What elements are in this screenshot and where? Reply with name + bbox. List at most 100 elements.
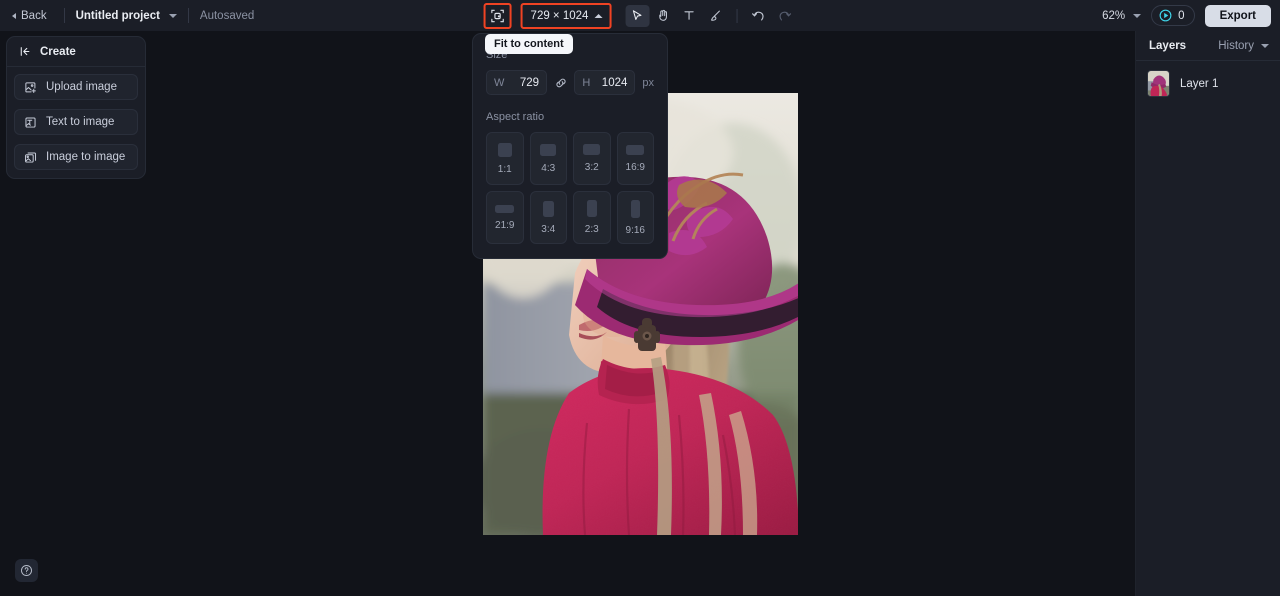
- size-inputs-row: W 729 H 1024 px: [486, 70, 654, 95]
- size-selector-label: 729 × 1024: [530, 9, 589, 22]
- layer-thumbnail: [1147, 70, 1170, 97]
- top-bar-tools: 729 × 1024: [483, 0, 797, 31]
- hand-icon: [659, 9, 668, 21]
- aspect-ratio-option-21-9[interactable]: 21:9: [486, 191, 524, 244]
- aspect-ratio-label: 4:3: [541, 162, 556, 174]
- aspect-ratio-preview: [586, 200, 597, 217]
- brush-icon: [711, 10, 721, 21]
- aspect-ratio-option-3-2[interactable]: 3:2: [573, 132, 611, 185]
- aspect-ratio-preview: [540, 143, 557, 156]
- history-label: History: [1218, 39, 1254, 52]
- aspect-ratio-label: 3:4: [541, 223, 556, 235]
- link-icon: [556, 78, 566, 87]
- fit-to-content-tooltip: Fit to content: [485, 34, 573, 54]
- zoom-control[interactable]: 62%: [1102, 9, 1142, 22]
- text-to-image-label: Text to image: [46, 116, 115, 128]
- aspect-ratio-preview: [630, 199, 640, 218]
- size-chip-highlight: 729 × 1024: [520, 2, 612, 29]
- chevron-down-icon[interactable]: [1133, 13, 1142, 18]
- help-button[interactable]: [15, 559, 38, 582]
- collapse-panel-icon: [20, 47, 30, 56]
- aspect-ratio-preview: [497, 142, 512, 157]
- aspect-ratio-option-9-16[interactable]: 9:16: [616, 191, 654, 244]
- fit-to-content-button[interactable]: [486, 5, 510, 27]
- aspect-ratio-label: 9:16: [625, 224, 645, 236]
- size-selector-button[interactable]: 729 × 1024: [523, 5, 610, 27]
- text-to-image-icon: [25, 116, 36, 128]
- right-panel: Layers History Layer 1: [1135, 31, 1280, 596]
- width-input[interactable]: W 729: [486, 70, 547, 95]
- top-bar-right: 62% 0 Export: [1102, 0, 1271, 31]
- redo-button[interactable]: [772, 5, 796, 27]
- aspect-ratio-preview: [583, 144, 601, 155]
- aspect-ratio-label: Aspect ratio: [486, 111, 545, 123]
- hand-tool-button[interactable]: [651, 5, 675, 27]
- tool-group: [625, 4, 796, 27]
- brush-tool-button[interactable]: [703, 5, 727, 27]
- top-bar-left: Back Untitled project Autosaved: [0, 0, 254, 31]
- app-root: Back Untitled project Autosaved 729 × 10…: [0, 0, 1280, 596]
- chevron-down-icon: [1261, 43, 1269, 48]
- tab-layers[interactable]: Layers: [1149, 40, 1186, 52]
- create-panel: Create Upload image Text to image Image …: [6, 36, 146, 179]
- height-input[interactable]: H 1024: [574, 70, 636, 95]
- width-value: 729: [519, 76, 539, 89]
- credits-count: 0: [1178, 9, 1185, 22]
- upload-image-icon: [25, 81, 36, 93]
- aspect-ratio-option-16-9[interactable]: 16:9: [616, 132, 654, 185]
- undo-icon: [751, 11, 764, 21]
- chevron-left-icon: [12, 12, 16, 19]
- autosaved-status: Autosaved: [199, 9, 255, 22]
- credits-badge[interactable]: 0: [1151, 5, 1195, 26]
- chevron-down-icon[interactable]: [168, 13, 177, 18]
- aspect-ratio-preview: [542, 200, 554, 217]
- right-panel-header: Layers History: [1136, 31, 1280, 61]
- fit-to-content-highlight: [483, 2, 512, 29]
- aspect-ratio-label: 3:2: [584, 162, 599, 173]
- image-to-image-icon: [25, 151, 37, 163]
- image-to-image-button[interactable]: Image to image: [14, 144, 138, 170]
- layer-list-item[interactable]: Layer 1: [1136, 61, 1280, 106]
- project-name[interactable]: Untitled project: [76, 10, 160, 22]
- back-label: Back: [21, 9, 47, 22]
- top-bar: Back Untitled project Autosaved 729 × 10…: [0, 0, 1280, 31]
- aspect-ratio-option-2-3[interactable]: 2:3: [573, 191, 611, 244]
- upload-image-label: Upload image: [46, 81, 117, 93]
- aspect-ratio-preview: [495, 204, 515, 213]
- help-circle-icon: [20, 564, 33, 577]
- export-button[interactable]: Export: [1204, 4, 1271, 27]
- tab-history[interactable]: History: [1218, 40, 1269, 52]
- aspect-ratio-grid: 1:1 4:3 3:2 16:9 21:9 3:4 2:3 9:16: [486, 132, 654, 244]
- aspect-ratio-label: 1:1: [497, 163, 512, 175]
- divider: [187, 8, 189, 23]
- divider: [63, 8, 65, 23]
- aspect-ratio-preview: [626, 144, 645, 155]
- export-label: Export: [1219, 9, 1256, 22]
- text-icon: [684, 11, 695, 20]
- fit-to-content-icon: [491, 9, 504, 22]
- aspect-ratio-option-1-1[interactable]: 1:1: [486, 132, 524, 185]
- aspect-ratio-label: 16:9: [625, 161, 645, 173]
- upload-image-button[interactable]: Upload image: [14, 74, 138, 100]
- create-panel-header[interactable]: Create: [7, 37, 145, 67]
- aspect-ratio-option-3-4[interactable]: 3:4: [529, 191, 567, 244]
- size-popover: Size W 729 H 1024 px Aspect ratio 1:1 4:3…: [472, 33, 668, 259]
- layer-name: Layer 1: [1180, 77, 1219, 90]
- redo-icon: [779, 11, 791, 21]
- image-to-image-label: Image to image: [46, 151, 126, 163]
- select-tool-button[interactable]: [625, 4, 650, 27]
- height-value: 1024: [601, 76, 628, 89]
- undo-button[interactable]: [746, 5, 770, 27]
- zoom-level-label: 62%: [1102, 9, 1126, 22]
- credits-icon: [1159, 9, 1172, 22]
- layer-thumbnail-image: [1148, 71, 1169, 96]
- height-label: H: [582, 76, 591, 89]
- text-to-image-button[interactable]: Text to image: [14, 109, 138, 135]
- divider: [736, 8, 738, 23]
- text-tool-button[interactable]: [677, 5, 701, 27]
- caret-up-icon: [594, 13, 603, 18]
- back-button[interactable]: Back: [9, 7, 53, 25]
- aspect-ratio-option-4-3[interactable]: 4:3: [529, 132, 567, 185]
- aspect-ratio-label: 21:9: [495, 219, 515, 231]
- link-aspect-button[interactable]: [547, 76, 574, 90]
